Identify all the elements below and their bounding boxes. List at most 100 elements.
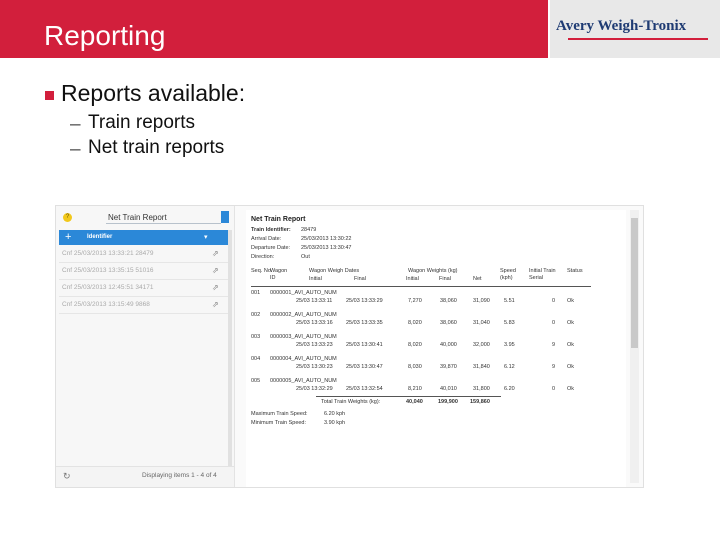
- column-header-identifier[interactable]: Identifier: [87, 230, 112, 245]
- report-title: Net Train Report: [251, 216, 306, 223]
- paging-info: Displaying items 1 - 4 of 4: [142, 472, 217, 479]
- list-item[interactable]: Cnf 25/03/2013 13:15:49 9868 ⇗: [59, 297, 231, 314]
- app-screenshot: ? Net Train Report + Identifier ▾ Cnf 25…: [55, 205, 644, 488]
- list-item-label: Cnf 25/03/2013 13:15:49 9868: [62, 301, 150, 308]
- cell-seq: 002: [251, 312, 261, 318]
- cell-initial-date: 25/03 13:33:23: [296, 342, 333, 348]
- cell-status: Ok: [567, 364, 575, 370]
- slide-title: Reporting: [44, 20, 166, 51]
- refresh-icon[interactable]: ↻: [63, 471, 71, 482]
- report-type-select[interactable]: Net Train Report: [108, 213, 167, 222]
- cell-speed: 3.95: [504, 342, 515, 348]
- col-header-speed: Speed (kph): [500, 268, 516, 281]
- cell-wagon: 0000001_AVI_AUTO_NUM: [270, 290, 337, 296]
- cell-final-date: 25/03 13:32:54: [346, 386, 383, 392]
- cell-speed: 6.12: [504, 364, 515, 370]
- cell-wagon: 0000002_AVI_AUTO_NUM: [270, 312, 337, 318]
- cell-weight-net: 32,000: [473, 342, 490, 348]
- cell-status: Ok: [567, 386, 575, 392]
- select-underline: [106, 223, 221, 224]
- open-report-icon[interactable]: ⇗: [212, 263, 219, 279]
- open-report-icon[interactable]: ⇗: [212, 246, 219, 262]
- list-item[interactable]: Cnf 25/03/2013 13:33:21 28479 ⇗: [59, 246, 231, 263]
- sub-bullet-train-reports: Train reports: [88, 112, 195, 133]
- cell-speed: 5.51: [504, 298, 515, 304]
- cell-seq: 001: [251, 290, 261, 296]
- list-item-label: Cnf 25/03/2013 13:35:15 51016: [62, 267, 154, 274]
- cell-final-date: 25/03 13:30:41: [346, 342, 383, 348]
- col-header-serial: Initial Train Serial: [529, 268, 556, 281]
- cell-speed: 6.20: [504, 386, 515, 392]
- list-item-label: Cnf 25/03/2013 12:45:51 34171: [62, 284, 154, 291]
- cell-weight-initial: 8,030: [408, 364, 422, 370]
- info-value: 28479: [301, 227, 317, 233]
- cell-weight-initial: 8,020: [408, 320, 422, 326]
- report-scrollbar-thumb[interactable]: [631, 218, 638, 348]
- cell-weight-final: 40,010: [440, 386, 457, 392]
- list-scrollbar[interactable]: [228, 230, 232, 466]
- open-report-icon[interactable]: ⇗: [212, 280, 219, 296]
- min-speed-value: 3.90 kph: [324, 420, 346, 426]
- col-header-weigh-dates: Wagon Weigh Dates: [309, 268, 360, 274]
- cell-initial-date: 25/03 13:33:11: [296, 298, 333, 304]
- bullet-square-icon: [45, 91, 54, 100]
- list-item-label: Cnf 25/03/2013 13:33:21 28479: [62, 250, 154, 257]
- cell-weight-net: 31,090: [473, 298, 490, 304]
- dropdown-button[interactable]: [221, 211, 229, 223]
- cell-final-date: 25/03 13:33:29: [346, 298, 383, 304]
- add-icon[interactable]: +: [65, 230, 71, 245]
- cell-speed: 5.83: [504, 320, 515, 326]
- cell-weight-final: 38,060: [440, 298, 457, 304]
- info-value: 25/03/2013 13:30:22: [301, 236, 352, 242]
- total-final: 199,900: [438, 399, 458, 405]
- report-document: Net Train Report Train Identifier: 28479…: [246, 210, 626, 487]
- cell-final-date: 25/03 13:30:47: [346, 364, 383, 370]
- info-label: Arrival Date:: [251, 236, 282, 242]
- company-logo: Avery Weigh-Tronix: [556, 18, 687, 34]
- col-header-wagon: Wagon ID: [270, 268, 288, 281]
- col-header-weight-net: Net: [473, 276, 482, 282]
- cell-wagon: 0000004_AVI_AUTO_NUM: [270, 356, 337, 362]
- cell-status: Ok: [567, 342, 575, 348]
- min-speed-label: Minimum Train Speed:: [251, 420, 307, 426]
- sub-bullet-net-train-reports: Net train reports: [88, 137, 225, 158]
- cell-seq: 005: [251, 378, 261, 384]
- col-header-status: Status: [567, 268, 583, 274]
- cell-status: Ok: [567, 320, 575, 326]
- cell-serial: 0: [552, 320, 556, 326]
- cell-serial: 9: [552, 342, 556, 348]
- max-speed-value: 6.20 kph: [324, 411, 346, 417]
- col-header-final-date: Final: [354, 276, 366, 282]
- bullet-reports-available: Reports available:: [61, 80, 246, 106]
- cell-weight-final: 38,060: [440, 320, 457, 326]
- cell-weight-final: 40,000: [440, 342, 457, 348]
- col-header-initial-date: Initial: [309, 276, 322, 282]
- total-initial: 40,040: [406, 399, 423, 405]
- cell-initial-date: 25/03 13:32:29: [296, 386, 333, 392]
- cell-serial: 0: [552, 386, 556, 392]
- cell-wagon: 0000003_AVI_AUTO_NUM: [270, 334, 337, 340]
- logo-underline: [568, 38, 708, 40]
- cell-weight-net: 31,040: [473, 320, 490, 326]
- total-net: 159,860: [470, 399, 490, 405]
- col-header-weight-final: Final: [439, 276, 451, 282]
- list-item[interactable]: Cnf 25/03/2013 13:35:15 51016 ⇗: [59, 263, 231, 280]
- cell-wagon: 0000005_AVI_AUTO_NUM: [270, 378, 337, 384]
- list-item[interactable]: Cnf 25/03/2013 12:45:51 34171 ⇗: [59, 280, 231, 297]
- report-list-panel: ? Net Train Report + Identifier ▾ Cnf 25…: [56, 206, 235, 487]
- col-header-weight-initial: Initial: [406, 276, 419, 282]
- info-value: Out: [301, 254, 310, 260]
- cell-weight-net: 31,800: [473, 386, 490, 392]
- info-label: Train Identifier:: [251, 227, 291, 233]
- dash-icon: –: [70, 139, 81, 160]
- cell-weight-initial: 7,270: [408, 298, 422, 304]
- help-icon[interactable]: ?: [63, 213, 72, 222]
- cell-weight-final: 39,870: [440, 364, 457, 370]
- col-header-weights: Wagon Weights (kg): [408, 268, 458, 274]
- list-footer: ↻ Displaying items 1 - 4 of 4: [56, 466, 234, 487]
- totals-label: Total Train Weights (kg):: [321, 399, 381, 405]
- open-report-icon[interactable]: ⇗: [212, 297, 219, 313]
- filter-icon[interactable]: ▾: [204, 230, 208, 245]
- cell-weight-net: 31,840: [473, 364, 490, 370]
- col-header-seq: Seq. No: [251, 268, 271, 274]
